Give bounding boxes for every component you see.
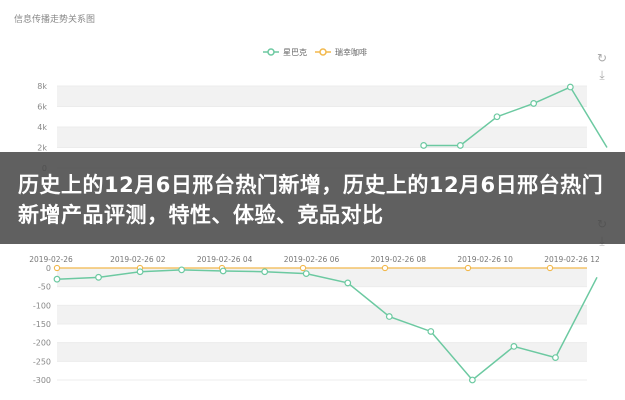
series1-point [420, 142, 428, 149]
bottom-series-point [385, 313, 393, 320]
top-y-tick-label: 6k [37, 103, 47, 112]
series2-point [546, 264, 554, 272]
headline-text: 历史上的12月6日邢台热门新增，历史上的12月6日邢台热门新增产品评测，特性、体… [18, 173, 604, 227]
bottom-series-point [261, 268, 269, 276]
top-y-tick-label: 8k [37, 82, 47, 91]
legend-marker-series2 [319, 48, 327, 56]
bottom-series-point [53, 275, 61, 283]
series1-point [493, 113, 501, 121]
legend-label-series2: 瑞幸咖啡 [335, 47, 367, 57]
bottom-series-point [510, 343, 518, 350]
bottom-series-point [219, 267, 227, 275]
bottom-series-point [344, 279, 352, 287]
bottom-series-point [136, 268, 144, 276]
bottom-y-tick-label: -150 [33, 320, 51, 329]
x-axis-tick-label: 2019-02-26 04 [197, 255, 253, 264]
bottom-y-tick-label: -200 [33, 339, 51, 348]
bottom-y-tick-label: -50 [38, 283, 51, 292]
x-axis-tick-label: 2019-02-26 [29, 255, 73, 264]
series2-point [381, 264, 389, 272]
x-axis-tick-label: 2019-02-26 08 [371, 255, 427, 264]
series2-point [299, 264, 307, 272]
bottom-series-point [427, 328, 435, 335]
top-grid-band [57, 127, 587, 148]
x-axis-tick-label: 2019-02-26 06 [284, 255, 340, 264]
bottom-series-point [552, 354, 559, 362]
bottom-y-tick-label: -100 [33, 301, 51, 310]
legend-marker-series1 [267, 48, 275, 56]
bottom-grid-band [57, 305, 587, 324]
x-axis-tick-label: 2019-02-26 02 [110, 255, 166, 264]
bottom-series-point [468, 376, 476, 384]
legend-label-series1: 星巴克 [283, 48, 307, 57]
top-y-tick-label: 4k [37, 123, 47, 132]
series2-point [464, 264, 472, 272]
x-axis-tick-label: 2019-02-26 12 [544, 255, 600, 264]
x-axis-tick-label: 2019-02-26 10 [457, 255, 513, 264]
bottom-y-tick-label: -250 [33, 357, 51, 366]
series1-point [566, 83, 574, 91]
bottom-series-point [95, 273, 102, 281]
refresh-icon[interactable]: ↻ [594, 52, 610, 64]
bottom-series-point [178, 266, 186, 274]
series1-point [530, 100, 538, 107]
bottom-y-tick-label: -300 [33, 376, 51, 385]
series1-point [456, 142, 464, 149]
series2-point [53, 264, 61, 272]
download-icon[interactable]: ⤓ [594, 69, 610, 81]
chart-stage: 信息传播走势关系图 02k4k6k8k星巴克瑞幸咖啡0-50-100-150-2… [0, 0, 625, 400]
bottom-series-point [302, 270, 310, 278]
bottom-y-tick-label: 0 [46, 264, 51, 273]
top-grid-band [57, 86, 587, 107]
